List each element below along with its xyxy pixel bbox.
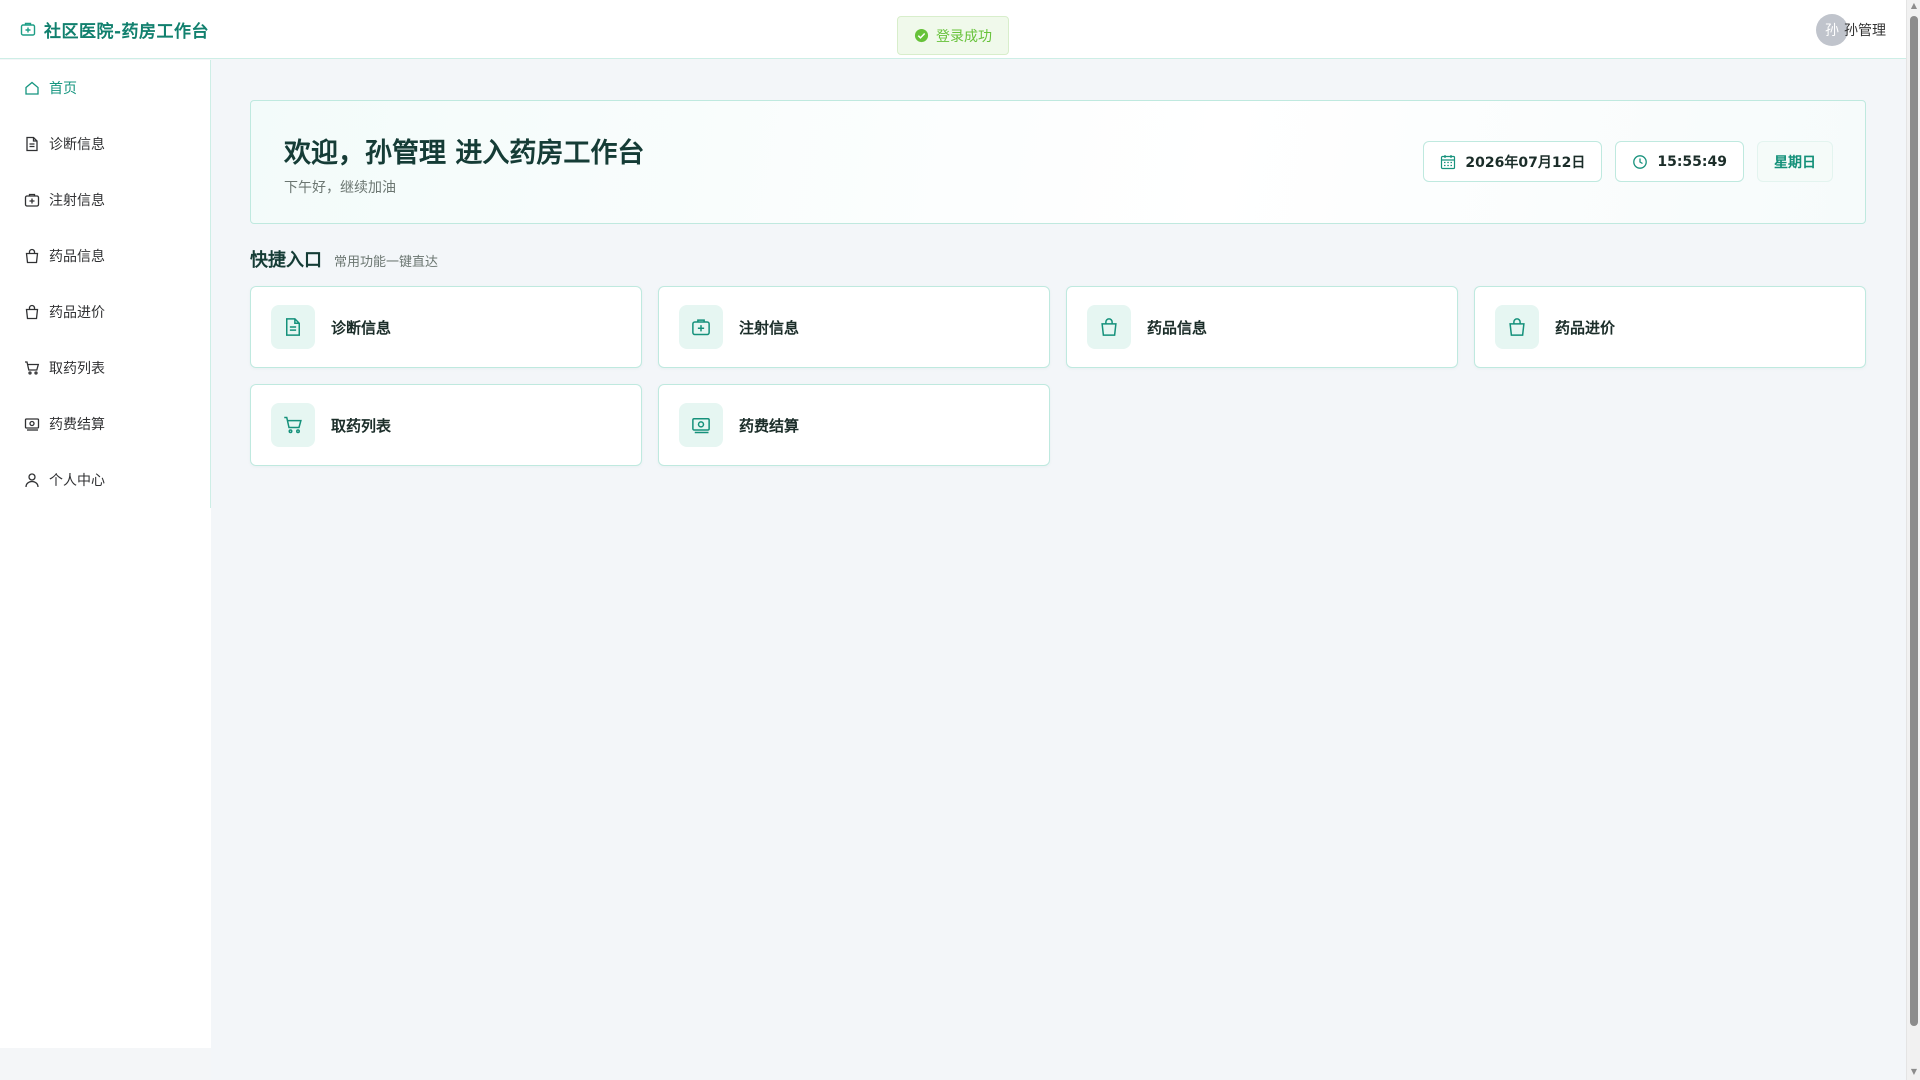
- quick-access-subtitle: 常用功能一键直达: [334, 255, 439, 270]
- page-scrollbar[interactable]: ▲ ▼: [1906, 0, 1920, 1080]
- calendar-icon: [1440, 154, 1456, 170]
- medical-kit-icon: [20, 21, 36, 37]
- quick-card-diagnosis[interactable]: 诊断信息: [250, 286, 642, 368]
- shopping-bag-icon: [24, 248, 40, 264]
- weekday-chip: 星期日: [1757, 141, 1833, 182]
- quick-card-injection[interactable]: 注射信息: [658, 286, 1050, 368]
- welcome-title: 欢迎，孙管理 进入药房工作台: [284, 138, 645, 169]
- sidebar-item-label: 药费结算: [49, 417, 105, 433]
- medical-kit-icon: [679, 305, 723, 349]
- toast-message: 登录成功: [936, 28, 992, 45]
- sidebar-background: [0, 508, 211, 1048]
- sidebar-item-label: 首页: [49, 81, 77, 97]
- scroll-thumb[interactable]: [1910, 16, 1918, 1026]
- quick-access-title: 快捷入口: [250, 250, 322, 271]
- shopping-bag-icon: [24, 304, 40, 320]
- cart-icon: [24, 360, 40, 376]
- app-title: 社区医院-药房工作台: [44, 21, 210, 42]
- card-label: 药费结算: [739, 416, 800, 435]
- time-chip: 15:55:49: [1615, 141, 1744, 182]
- user-menu[interactable]: 孙 孙管理: [1816, 14, 1886, 46]
- quick-card-drug-price[interactable]: 药品进价: [1474, 286, 1866, 368]
- sidebar-item-diagnosis[interactable]: 诊断信息: [0, 116, 210, 172]
- medical-kit-icon: [24, 192, 40, 208]
- sidebar-item-label: 药品信息: [49, 249, 105, 265]
- scroll-up-arrow-icon[interactable]: ▲: [1910, 2, 1918, 10]
- shopping-bag-icon: [1087, 305, 1131, 349]
- document-icon: [24, 136, 40, 152]
- check-circle-icon: [914, 28, 929, 43]
- money-icon: [24, 416, 40, 432]
- cart-icon: [271, 403, 315, 447]
- sidebar-item-label: 诊断信息: [49, 137, 105, 153]
- main-content: 欢迎，孙管理 进入药房工作台 下午好，继续加油 2026年07月12日 15:5…: [211, 60, 1906, 1080]
- home-icon: [24, 80, 40, 96]
- quick-access-header: 快捷入口 常用功能一键直达: [250, 246, 438, 272]
- brand[interactable]: 社区医院-药房工作台: [20, 17, 209, 42]
- date-chip: 2026年07月12日: [1423, 141, 1603, 182]
- sidebar-item-home[interactable]: 首页: [0, 60, 210, 116]
- welcome-banner: 欢迎，孙管理 进入药房工作台 下午好，继续加油 2026年07月12日 15:5…: [250, 100, 1866, 224]
- date-text: 2026年07月12日: [1465, 154, 1586, 171]
- sidebar-item-drug-price[interactable]: 药品进价: [0, 284, 210, 340]
- sidebar-item-label: 药品进价: [49, 305, 105, 321]
- sidebar-item-label: 取药列表: [49, 361, 105, 377]
- quick-card-settlement[interactable]: 药费结算: [658, 384, 1050, 466]
- clock-icon: [1632, 154, 1648, 170]
- time-text: 15:55:49: [1657, 153, 1727, 170]
- quick-access-grid: 诊断信息 注射信息 药品信息 药品进价 取药列表 药费结算: [250, 286, 1866, 466]
- sidebar-item-settlement[interactable]: 药费结算: [0, 396, 210, 452]
- sidebar-item-pickup-list[interactable]: 取药列表: [0, 340, 210, 396]
- quick-card-pickup-list[interactable]: 取药列表: [250, 384, 642, 466]
- card-label: 诊断信息: [331, 318, 392, 337]
- date-time-chips: 2026年07月12日 15:55:49 星期日: [1423, 141, 1833, 182]
- sidebar-item-label: 个人中心: [49, 473, 105, 489]
- sidebar-item-drug-info[interactable]: 药品信息: [0, 228, 210, 284]
- sidebar-item-label: 注射信息: [49, 193, 105, 209]
- sidebar-item-profile[interactable]: 个人中心: [0, 452, 210, 508]
- card-label: 取药列表: [331, 416, 392, 435]
- money-icon: [679, 403, 723, 447]
- welcome-subtitle: 下午好，继续加油: [284, 180, 396, 196]
- shopping-bag-icon: [1495, 305, 1539, 349]
- user-icon: [24, 472, 40, 488]
- login-success-toast: 登录成功: [897, 16, 1009, 55]
- sidebar: 首页 诊断信息 注射信息 药品信息 药品进价 取药列表 药费结算 个人中心: [0, 60, 211, 508]
- top-header: 社区医院-药房工作台 登录成功 孙 孙管理: [0, 0, 1906, 59]
- card-label: 注射信息: [739, 318, 800, 337]
- document-icon: [271, 305, 315, 349]
- sidebar-item-injection[interactable]: 注射信息: [0, 172, 210, 228]
- weekday-text: 星期日: [1774, 154, 1816, 171]
- card-label: 药品信息: [1147, 318, 1208, 337]
- card-label: 药品进价: [1555, 318, 1616, 337]
- user-name[interactable]: 孙管理: [1844, 20, 1886, 40]
- scroll-down-arrow-icon[interactable]: ▼: [1910, 1068, 1918, 1076]
- quick-card-drug-info[interactable]: 药品信息: [1066, 286, 1458, 368]
